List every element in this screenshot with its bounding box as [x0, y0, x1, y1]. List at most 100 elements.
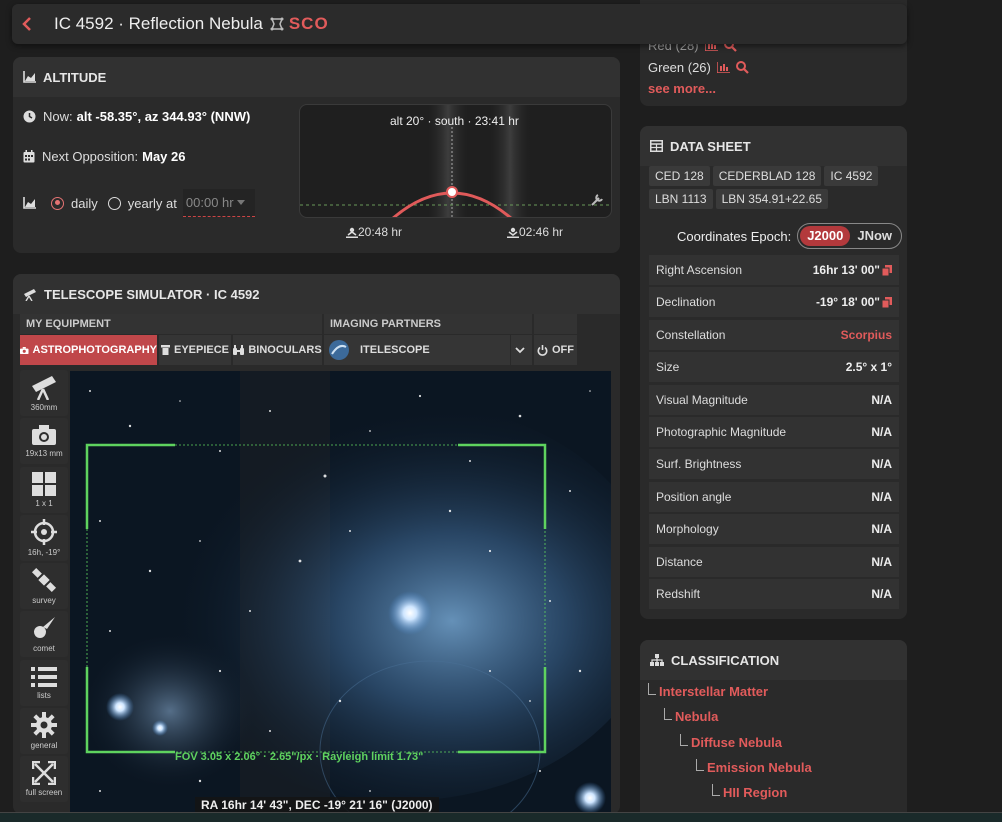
time-select[interactable]: 00:00 hr — [182, 189, 255, 217]
altitude-header: ALTITUDE — [13, 57, 620, 97]
epoch-j2000-option[interactable]: J2000 — [800, 226, 851, 246]
general-settings-button[interactable]: general — [20, 708, 68, 755]
sky-image — [70, 371, 611, 814]
classification-level-4[interactable]: Emission Nebula — [696, 759, 812, 775]
mosaic-button[interactable]: 1 x 1 — [20, 466, 68, 513]
equipment-group-label: MY EQUIPMENT — [20, 314, 322, 334]
altitude-chart-label: alt 20° · south · 23:41 hr — [390, 114, 519, 128]
page-title: IC 4592 · Reflection Nebula — [54, 14, 263, 33]
fullscreen-button[interactable]: full screen — [20, 756, 68, 803]
data-sheet-panel: DATA SHEET CED 128 CEDERBLAD 128 IC 4592… — [640, 126, 907, 619]
camera-icon — [20, 346, 29, 354]
search-icon[interactable] — [735, 61, 749, 74]
expand-icon — [32, 761, 56, 786]
catalog-chip: LBN 1113 — [649, 189, 713, 209]
telescope-icon — [32, 376, 56, 400]
simulator-off-button[interactable]: OFF — [534, 335, 577, 365]
classification-panel: CLASSIFICATION Interstellar Matter Nebul… — [640, 640, 907, 822]
table-row: Surf. Brightness N/A — [649, 449, 899, 480]
fov-readout: FOV 3.05 x 2.06° · 2.65"/px · Rayleigh l… — [175, 751, 424, 763]
partner-dropdown-button[interactable] — [511, 335, 532, 365]
altitude-panel: ALTITUDE Now: alt -58.35°, az 344.93° (NN… — [13, 57, 620, 253]
gear-icon — [31, 712, 57, 739]
classification-level-2[interactable]: Nebula — [664, 708, 718, 724]
catalog-chip: CEDERBLAD 128 — [712, 166, 822, 186]
altitude-chart[interactable]: alt 20° · south · 23:41 hr — [299, 104, 612, 218]
partner-select[interactable]: ITELESCOPE — [324, 335, 510, 365]
constellation-icon — [270, 17, 284, 31]
tab-astrophotography[interactable]: ASTROPHOTOGRAPHY — [20, 335, 157, 365]
table-row: Position angle N/A — [649, 481, 899, 512]
constellation-abbr: SCO — [288, 14, 329, 33]
table-row: Photographic Magnitude N/A — [649, 416, 899, 447]
telescope-header: TELESCOPE SIMULATOR · IC 4592 — [13, 274, 620, 314]
telescope-setting-button[interactable]: 360mm — [20, 370, 68, 416]
chevron-left-icon — [22, 17, 31, 31]
daily-label: daily — [71, 195, 98, 211]
telescope-simulator-panel: TELESCOPE SIMULATOR · IC 4592 MY EQUIPME… — [13, 274, 620, 814]
catalog-designations: CED 128 CEDERBLAD 128 IC 4592 LBN 1113 L… — [649, 166, 899, 212]
yearly-radio[interactable] — [107, 196, 121, 210]
satellite-icon — [31, 568, 57, 593]
epoch-jnow-option[interactable]: JNow — [850, 226, 899, 246]
chevron-down-icon — [514, 346, 525, 353]
opposition-row: Next Opposition: May 26 — [23, 149, 185, 164]
partners-group-label: IMAGING PARTNERS — [324, 314, 532, 334]
daily-radio[interactable] — [51, 196, 64, 210]
classification-header: CLASSIFICATION — [640, 640, 907, 680]
classification-level-5[interactable]: HII Region — [712, 784, 787, 800]
clock-icon — [23, 110, 36, 123]
table-row: Declination -19° 18' 00" — [649, 287, 899, 318]
epoch-toggle: J2000 JNow — [797, 223, 903, 249]
camera-icon — [32, 425, 56, 446]
lists-button[interactable]: lists — [20, 659, 68, 706]
classification-level-1[interactable]: Interstellar Matter — [648, 683, 768, 699]
yearly-label: yearly at — [127, 195, 177, 211]
tab-eyepiece[interactable]: EYEPIECE — [159, 335, 231, 365]
back-button[interactable] — [12, 4, 42, 44]
simulator-tabs: MY EQUIPMENT IMAGING PARTNERS ASTROPHOTO… — [20, 314, 577, 366]
mode-row: daily yearly at 00:00 hr — [23, 189, 255, 217]
sky-view[interactable]: FOV 3.05 x 2.06° · 2.65"/px · Rayleigh l… — [70, 371, 611, 814]
target-button[interactable]: 16h, -19° — [20, 514, 68, 561]
now-row: Now: alt -58.35°, az 344.93° (NNW) — [23, 109, 250, 124]
classification-level-3[interactable]: Diffuse Nebula — [680, 734, 782, 750]
tab-binoculars[interactable]: BINOCULARS — [233, 335, 322, 365]
now-value: alt -58.35°, az 344.93° (NNW) — [76, 109, 251, 124]
telescope-icon — [24, 288, 36, 301]
data-sheet-table: Right Ascension 16hr 13' 00" Declination… — [649, 255, 899, 611]
hierarchy-icon — [650, 654, 664, 666]
area-chart-icon — [23, 197, 36, 209]
constellation-link[interactable]: SCO — [269, 14, 329, 34]
table-row: Size 2.5° x 1° — [649, 352, 899, 383]
constellation-value-link[interactable]: Scorpius — [841, 328, 892, 342]
epoch-row: Coordinates Epoch: J2000 JNow — [677, 223, 903, 249]
area-chart-icon — [23, 71, 36, 83]
survey-button[interactable]: survey — [20, 563, 68, 610]
power-icon — [537, 344, 548, 356]
see-more-link[interactable]: see more... — [648, 81, 716, 96]
catalog-chip: LBN 354.91+22.65 — [715, 189, 829, 209]
catalog-chip: IC 4592 — [824, 166, 879, 186]
table-row: Redshift N/A — [649, 578, 899, 609]
rise-icon — [346, 227, 358, 238]
camera-setting-button[interactable]: 19x13 mm — [20, 418, 68, 465]
copy-icon[interactable] — [882, 296, 892, 308]
table-row: Morphology N/A — [649, 514, 899, 545]
bottom-bar — [0, 812, 1002, 822]
wrench-icon[interactable] — [591, 194, 603, 206]
bar-chart-icon[interactable] — [716, 62, 730, 73]
copy-icon[interactable] — [882, 264, 892, 276]
opposition-value: May 26 — [142, 149, 186, 164]
comet-button[interactable]: comet — [20, 611, 68, 658]
table-row: Visual Magnitude N/A — [649, 384, 899, 415]
simulator-toolbar: 360mm 19x13 mm 1 x 1 16h, -19° survey co… — [20, 370, 70, 805]
similar-green-row: Green (26) — [648, 60, 749, 75]
table-row: Constellation Scorpius — [649, 319, 899, 350]
list-icon — [31, 666, 57, 687]
caret-down-icon — [236, 200, 245, 205]
calendar-icon — [23, 150, 35, 163]
set-time: 02:46 hr — [507, 225, 563, 239]
table-icon — [650, 140, 663, 152]
crosshair-icon — [31, 518, 57, 545]
